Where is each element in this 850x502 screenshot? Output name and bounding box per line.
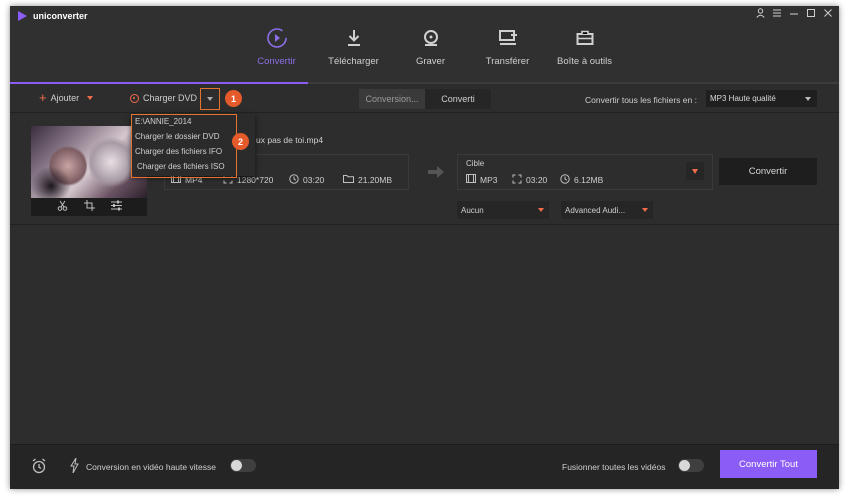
output-format-select[interactable]: MP3 Haute qualité xyxy=(706,90,817,107)
close-icon[interactable] xyxy=(823,8,833,21)
clock-icon xyxy=(560,174,570,186)
video-thumbnail[interactable] xyxy=(31,126,147,198)
tab-download-label: Télécharger xyxy=(328,56,379,67)
plus-icon: + xyxy=(39,90,47,105)
convert-all-to-label: Convertir tous les fichiers en : xyxy=(585,95,697,105)
tab-convert[interactable]: Convertir xyxy=(238,26,315,67)
tab-converting[interactable]: Conversion... xyxy=(359,89,425,109)
tab-burn-label: Graver xyxy=(415,56,446,67)
resolution-icon xyxy=(512,174,522,186)
audio-select-value: Advanced Audi... xyxy=(565,205,626,215)
window-controls xyxy=(755,8,833,21)
convert-button[interactable]: Convertir xyxy=(719,158,817,185)
film-icon xyxy=(466,174,476,185)
target-format-value: MP3 xyxy=(480,174,498,185)
chevron-down-icon xyxy=(207,97,213,101)
source-resolution-value: 1280*720 xyxy=(237,175,274,185)
target-format: MP3 xyxy=(466,174,497,185)
source-size: 21.20MB xyxy=(343,174,392,185)
conversion-status-toggle: Conversion... Converti xyxy=(359,89,491,109)
output-format-value: MP3 Haute qualité xyxy=(710,94,776,103)
step-badge-1: 1 xyxy=(225,90,242,107)
dvd-icon xyxy=(130,93,139,103)
tab-toolbox[interactable]: Boîte à outils xyxy=(546,26,623,67)
menu-icon[interactable] xyxy=(772,8,782,21)
file-name: ux pas de toi.mp4 xyxy=(256,135,324,145)
add-button[interactable]: + Ajouter xyxy=(39,90,94,105)
source-duration-value: 03:20 xyxy=(303,175,325,185)
edit-tools xyxy=(31,198,147,216)
folder-icon xyxy=(343,174,354,185)
transfer-icon xyxy=(469,26,546,50)
tab-convert-label: Convertir xyxy=(257,56,296,67)
menu-item-iso-files[interactable]: Charger des fichiers ISO xyxy=(131,159,255,174)
chevron-down-icon xyxy=(538,208,544,212)
lightning-icon xyxy=(70,457,79,475)
subtitle-select[interactable]: Aucun xyxy=(457,201,549,219)
source-format-value: MP4 xyxy=(185,174,203,185)
chevron-down-icon xyxy=(805,97,811,101)
target-label: Cible xyxy=(466,159,485,168)
download-icon xyxy=(315,26,392,50)
target-duration: 03:20 xyxy=(512,174,547,186)
step-badge-2: 2 xyxy=(232,133,249,150)
app-window: uniconverter Convertir Télécharger Grave… xyxy=(10,6,839,489)
chevron-down-icon xyxy=(692,168,698,174)
load-dvd-button[interactable]: Charger DVD xyxy=(130,93,197,103)
source-size-value: 21.20MB xyxy=(358,174,393,185)
crop-icon[interactable] xyxy=(83,200,95,214)
app-logo: uniconverter xyxy=(18,11,88,21)
app-title: uniconverter xyxy=(33,11,88,21)
tab-converted[interactable]: Converti xyxy=(425,89,491,109)
effects-sliders-icon[interactable] xyxy=(110,200,122,214)
menu-item-drive[interactable]: E:\ANNIE_2014 xyxy=(131,114,255,129)
alarm-clock-icon[interactable] xyxy=(31,458,47,476)
tab-download[interactable]: Télécharger xyxy=(315,26,392,67)
burn-disc-icon xyxy=(392,26,469,50)
convert-icon xyxy=(238,26,315,50)
high-speed-label: Conversion en vidéo haute vitesse xyxy=(86,462,216,472)
main-nav: Convertir Télécharger Graver Transférer xyxy=(238,26,623,67)
subtitle-select-value: Aucun xyxy=(461,205,484,215)
load-dvd-dropdown-button[interactable] xyxy=(200,88,220,110)
bottom-bar: Conversion en vidéo haute vitesse Fusion… xyxy=(10,444,839,489)
maximize-icon[interactable] xyxy=(806,8,816,21)
target-size-value: 6.12MB xyxy=(574,175,604,185)
toolbox-icon xyxy=(546,26,623,50)
chevron-down-icon xyxy=(642,208,648,212)
target-duration-value: 03:20 xyxy=(526,175,548,185)
minimize-icon[interactable] xyxy=(789,8,799,21)
target-size: 6.12MB xyxy=(560,174,603,186)
source-duration: 03:20 xyxy=(289,174,324,186)
active-tab-underline xyxy=(10,82,308,84)
logo-icon xyxy=(18,11,27,21)
toolbar: + Ajouter Charger DVD Conversion... Conv… xyxy=(10,86,839,113)
audio-track-select[interactable]: Advanced Audi... xyxy=(561,201,653,219)
top-bar: uniconverter Convertir Télécharger Grave… xyxy=(10,6,839,84)
tab-transfer[interactable]: Transférer xyxy=(469,26,546,67)
tab-transfer-label: Transférer xyxy=(485,56,530,67)
merge-videos-toggle[interactable] xyxy=(678,459,704,472)
convert-all-button[interactable]: Convertir Tout xyxy=(720,450,817,478)
add-label: Ajouter xyxy=(50,93,80,103)
merge-videos-label: Fusionner toutes les vidéos xyxy=(562,462,666,472)
load-dvd-label: Charger DVD xyxy=(143,93,198,103)
target-format-dropdown[interactable] xyxy=(686,162,704,180)
arrow-right-icon xyxy=(428,165,444,183)
high-speed-toggle[interactable] xyxy=(230,459,256,472)
clock-icon xyxy=(289,174,299,186)
add-dropdown-caret-icon[interactable] xyxy=(87,96,94,100)
tab-toolbox-label: Boîte à outils xyxy=(557,56,612,67)
trim-scissors-icon[interactable] xyxy=(57,200,68,214)
target-info[interactable]: Cible MP3 03:20 6.12MB xyxy=(457,154,713,190)
account-icon[interactable] xyxy=(755,8,765,21)
tab-burn[interactable]: Graver xyxy=(392,26,469,67)
